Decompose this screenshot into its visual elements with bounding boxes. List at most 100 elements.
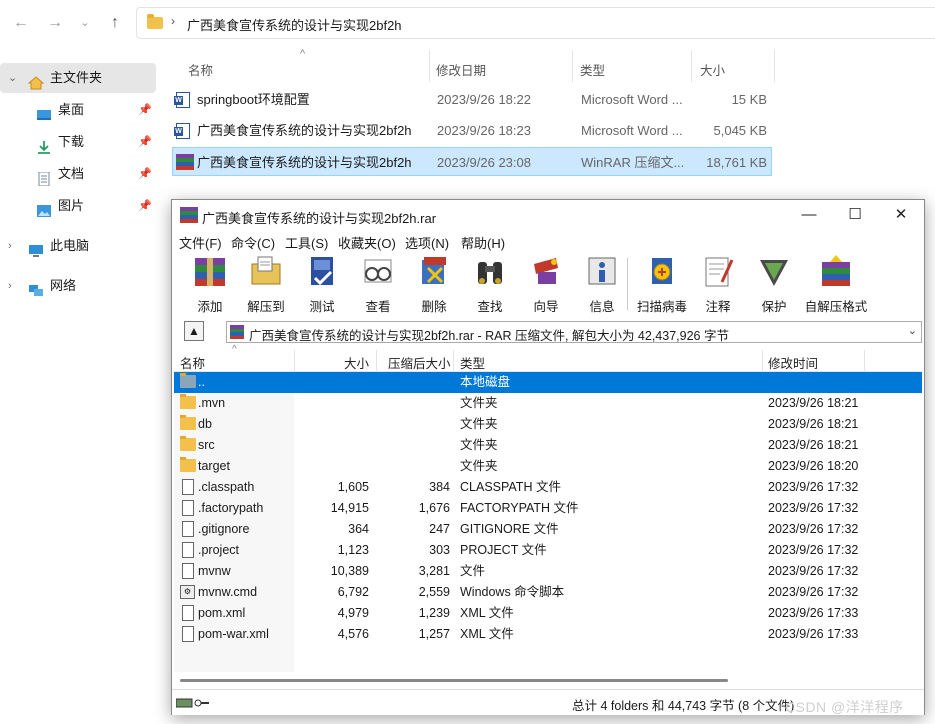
file-row[interactable]: springboot环境配置 2023/9/26 18:22 Microsoft… (172, 85, 772, 114)
column-divider (691, 50, 692, 82)
column-divider (762, 350, 763, 372)
archive-row[interactable]: mvnw 10,389 3,281 文件 2023/9/26 17:32 (174, 561, 922, 582)
close-button[interactable]: ✕ (878, 200, 924, 230)
sidebar-item-home[interactable]: ⌄ 主文件夹 (0, 63, 156, 93)
back-icon[interactable]: ← (10, 12, 32, 34)
comment-button[interactable]: 注释 (690, 254, 746, 314)
archive-row[interactable]: .project 1,123 303 PROJECT 文件 2023/9/26 17:3… (174, 540, 922, 561)
sidebar-item-documents[interactable]: 文档 📌 (0, 159, 156, 189)
archive-row[interactable]: pom.xml 4,979 1,239 XML 文件 2023/9/26 17:33 (174, 603, 922, 624)
archive-row[interactable]: pom-war.xml 4,576 1,257 XML 文件 2023/9/26 17:… (174, 624, 922, 645)
folder-icon (180, 373, 196, 388)
address-bar[interactable]: › 广西美食宣传系统的设计与实现2bf2h (136, 7, 935, 39)
recent-chevron-icon[interactable]: ⌄ (74, 12, 96, 34)
sidebar-item-downloads[interactable]: 下载 📌 (0, 127, 156, 157)
archive-row[interactable]: db 文件夹 2023/9/26 18:21 (174, 414, 922, 435)
row-type: 文件 (460, 564, 486, 578)
folder-icon (180, 457, 196, 472)
add-archive-icon (195, 258, 225, 286)
row-type: CLASSPATH 文件 (460, 480, 561, 494)
pin-icon: 📌 (138, 168, 152, 180)
sidebar-item-label: 此电脑 (50, 238, 90, 253)
column-date[interactable]: 修改日期 (436, 60, 486, 79)
wizard-icon (534, 258, 558, 284)
menu-file[interactable]: 文件(F) (179, 233, 222, 252)
file-date: 2023/9/26 18:22 (437, 92, 531, 107)
winrar-archive-icon (230, 325, 244, 339)
test-button[interactable]: 测试 (294, 254, 350, 314)
sfx-button[interactable]: 自解压格式 (805, 254, 867, 314)
info-button[interactable]: 信息 (574, 254, 630, 314)
archive-row[interactable]: src 文件夹 2023/9/26 18:21 (174, 435, 922, 456)
drive-key-icon (176, 698, 209, 708)
delete-icon (422, 257, 446, 284)
chevron-down-icon[interactable]: ⌄ (908, 324, 917, 337)
column-modified[interactable]: 修改时间 (768, 353, 818, 372)
column-name[interactable]: 名称 (180, 353, 205, 372)
maximize-button[interactable]: ☐ (832, 200, 878, 230)
tool-label: 自解压格式 (804, 300, 868, 314)
sidebar-item-desktop[interactable]: 桌面 📌 (0, 95, 156, 125)
minimize-button[interactable]: — (786, 200, 832, 230)
horizontal-scrollbar[interactable] (174, 674, 922, 688)
sidebar-item-label: 下载 (58, 134, 85, 149)
sidebar-item-pictures[interactable]: 图片 📌 (0, 191, 156, 221)
folder-icon (180, 415, 196, 430)
winrar-app-icon (180, 207, 198, 223)
file-date: 2023/9/26 23:08 (437, 155, 531, 170)
sidebar-item-network[interactable]: › 网络 (0, 271, 156, 301)
menu-commands[interactable]: 命令(C) (231, 233, 275, 252)
menu-help[interactable]: 帮助(H) (461, 233, 505, 252)
row-name: src (198, 438, 215, 452)
archive-row[interactable]: .classpath 1,605 384 CLASSPATH 文件 2023/9/26 … (174, 477, 922, 498)
sidebar-item-this-pc[interactable]: › 此电脑 (0, 231, 156, 261)
winrar-titlebar[interactable]: 广西美食宣传系统的设计与实现2bf2h.rar — ☐ ✕ (172, 200, 924, 230)
archive-row[interactable]: target 文件夹 2023/9/26 18:20 (174, 456, 922, 477)
column-name[interactable]: 名称 (188, 60, 213, 79)
scan-virus-button[interactable]: 扫描病毒 (634, 254, 690, 314)
up-icon[interactable]: ↑ (104, 12, 126, 34)
archive-row[interactable]: .factorypath 14,915 1,676 FACTORYPATH 文件 202… (174, 498, 922, 519)
column-type[interactable]: 类型 (580, 60, 605, 79)
view-button[interactable]: 查看 (350, 254, 406, 314)
row-modified: 2023/9/26 17:32 (768, 564, 859, 578)
wizard-button[interactable]: 向导 (518, 254, 574, 314)
archive-row[interactable]: ⚙ mvnw.cmd 6,792 2,559 Windows 命令脚本 2023/9/26… (174, 582, 922, 603)
navigation-pane: ⌄ 主文件夹 桌面 📌 下载 📌 文档 📌 图片 📌 › 此电脑 › 网络 (0, 58, 160, 724)
column-type[interactable]: 类型 (460, 353, 485, 372)
watermark: CSDN @洋洋程序 (785, 699, 904, 715)
file-row-selected[interactable]: 广西美食宣传系统的设计与实现2bf2h 2023/9/26 23:08 WinR… (172, 147, 772, 176)
extract-to-button[interactable]: 解压到 (238, 254, 294, 314)
column-size[interactable]: 大小 (700, 60, 725, 79)
row-name: .factorypath (198, 501, 264, 515)
protect-button[interactable]: 保护 (746, 254, 802, 314)
forward-icon[interactable]: → (44, 12, 66, 34)
script-icon: ⚙ (180, 585, 195, 599)
file-date: 2023/9/26 18:23 (437, 123, 531, 138)
test-icon (311, 257, 333, 286)
column-packed[interactable]: 压缩后大小 (388, 353, 451, 372)
row-name: pom-war.xml (198, 627, 269, 641)
desktop-icon (36, 103, 52, 120)
row-name: .classpath (198, 480, 255, 494)
add-button[interactable]: 添加 (182, 254, 238, 314)
chevron-right-icon: › (171, 14, 175, 28)
archive-path-box[interactable]: 广西美食宣传系统的设计与实现2bf2h.rar - RAR 压缩文件, 解包大小… (226, 321, 922, 343)
row-name: mvnw (198, 564, 231, 578)
row-size: 4,576 (337, 627, 369, 641)
menu-favorites[interactable]: 收藏夹(O) (338, 233, 396, 252)
menu-tools[interactable]: 工具(S) (285, 233, 328, 252)
delete-button[interactable]: 删除 (406, 254, 462, 314)
scrollbar-thumb[interactable] (180, 679, 728, 682)
find-button[interactable]: 查找 (462, 254, 518, 314)
parent-folder-row[interactable]: .. 本地磁盘 (174, 372, 922, 393)
archive-row[interactable]: .gitignore 364 247 GITIGNORE 文件 2023/9/26 17… (174, 519, 922, 540)
menu-options[interactable]: 选项(N) (405, 233, 449, 252)
file-icon (182, 542, 194, 558)
file-row[interactable]: 广西美食宣传系统的设计与实现2bf2h 2023/9/26 18:23 Micr… (172, 116, 772, 145)
column-size[interactable]: 大小 (344, 353, 369, 372)
archive-row[interactable]: .mvn 文件夹 2023/9/26 18:21 (174, 393, 922, 414)
up-one-level-button[interactable]: ▲ (184, 321, 204, 341)
row-name: .gitignore (198, 522, 250, 536)
row-packed-size: 247 (429, 522, 450, 536)
